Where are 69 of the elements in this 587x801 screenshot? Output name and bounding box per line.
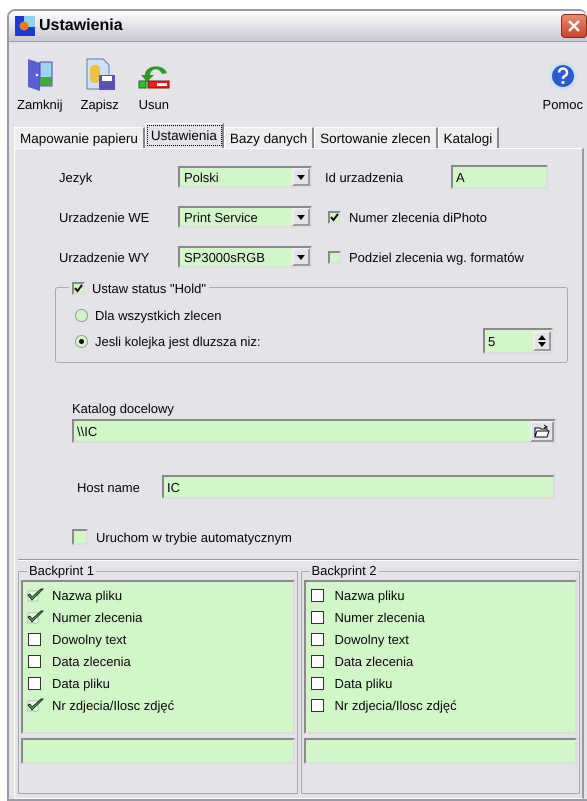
checkbox[interactable] bbox=[310, 676, 326, 690]
spin-arrows-icon[interactable] bbox=[533, 331, 551, 351]
output-device-dropdown[interactable]: SP3000sRGB bbox=[178, 246, 312, 268]
checkbox[interactable] bbox=[328, 250, 341, 264]
checked-checkbox[interactable] bbox=[27, 698, 44, 712]
checkbox[interactable] bbox=[27, 654, 44, 668]
radio-button[interactable] bbox=[75, 334, 88, 348]
checkbox[interactable] bbox=[310, 654, 326, 668]
window-title: Ustawienia bbox=[39, 17, 124, 35]
field-label: Urzadzenie WY bbox=[59, 250, 150, 264]
list-item-label: Nazwa pliku bbox=[334, 588, 405, 602]
path-field[interactable]: \\IC bbox=[72, 419, 556, 443]
group-title: Backprint 1 bbox=[27, 563, 96, 578]
app-icon bbox=[15, 16, 35, 36]
list-item-label: Nr zdjecia/Ilosc zdjęć bbox=[334, 698, 457, 712]
tab[interactable]: Bazy danych bbox=[224, 127, 314, 148]
tab[interactable]: Ustawienia bbox=[144, 123, 224, 148]
tab[interactable]: Mapowanie papieru bbox=[14, 127, 145, 148]
list-item-label: Data pliku bbox=[52, 676, 110, 690]
checkbox-label: Numer zlecenia diPhoto bbox=[349, 210, 488, 224]
radio-button[interactable] bbox=[75, 308, 88, 322]
list-item-label: Data pliku bbox=[334, 676, 392, 690]
field-label: Id urzadzenia bbox=[325, 170, 404, 184]
toolbar-button[interactable]: Zapisz bbox=[76, 57, 123, 120]
field-label: Urzadzenie WE bbox=[59, 210, 150, 224]
close-icon[interactable] bbox=[567, 19, 581, 33]
close-button[interactable] bbox=[561, 14, 587, 38]
help-icon bbox=[548, 61, 578, 91]
checked-checkbox[interactable] bbox=[27, 610, 44, 624]
input-field[interactable]: IC bbox=[162, 475, 555, 499]
radio-label: Dla wszystkich zlecen bbox=[95, 308, 222, 322]
checkbox[interactable] bbox=[310, 698, 326, 712]
input-field[interactable] bbox=[21, 738, 294, 764]
checkbox[interactable] bbox=[27, 632, 44, 646]
list-item-label: Nazwa pliku bbox=[52, 588, 122, 602]
toolbar-button[interactable]: Zamknij bbox=[13, 57, 67, 120]
checkbox[interactable] bbox=[72, 529, 88, 545]
field-label: Katalog docelowy bbox=[72, 401, 175, 416]
list-item-label: Data zlecenia bbox=[334, 654, 414, 668]
group-title: Backprint 2 bbox=[310, 563, 379, 578]
checkbox[interactable] bbox=[27, 676, 44, 690]
list-item-label: Dowolny text bbox=[334, 632, 409, 646]
checkbox[interactable] bbox=[72, 282, 85, 295]
checkbox-label: Uruchom w trybie automatycznym bbox=[96, 530, 292, 544]
list-item-label: Data zlecenia bbox=[52, 654, 131, 668]
input-field[interactable] bbox=[304, 738, 577, 764]
tab[interactable]: Katalogi bbox=[438, 127, 500, 148]
checkbox[interactable] bbox=[310, 588, 326, 602]
checkbox-label: Podziel zlecenia wg. formatów bbox=[349, 250, 524, 264]
toolbar-button[interactable]: Pomoc bbox=[538, 61, 587, 120]
checkbox[interactable] bbox=[310, 632, 326, 646]
list-item-label: Nr zdjecia/Ilosc zdjęć bbox=[52, 698, 174, 712]
language-dropdown[interactable]: Polski bbox=[178, 166, 312, 188]
input-field[interactable]: A bbox=[451, 165, 548, 189]
checked-checkbox[interactable] bbox=[27, 588, 44, 602]
radio-label: Jesli kolejka jest dluzsza niz: bbox=[95, 334, 260, 348]
list-item-label: Numer zlecenia bbox=[52, 610, 142, 624]
toolbar-button[interactable]: Usun bbox=[132, 61, 175, 120]
field-label: Jezyk bbox=[59, 170, 94, 184]
input-device-dropdown[interactable]: Print Service bbox=[178, 206, 312, 228]
tab[interactable]: Sortowanie zlecen bbox=[314, 127, 438, 148]
group-title: Ustaw status "Hold" bbox=[92, 281, 206, 296]
checkbox[interactable] bbox=[328, 210, 341, 224]
list-item-label: Dowolny text bbox=[52, 632, 126, 646]
checkbox[interactable] bbox=[310, 610, 326, 624]
list-item-label: Numer zlecenia bbox=[334, 610, 425, 624]
browse-folder-button[interactable] bbox=[530, 420, 554, 442]
number-spinner[interactable]: 5 bbox=[483, 328, 553, 354]
field-label: Host name bbox=[77, 480, 141, 494]
